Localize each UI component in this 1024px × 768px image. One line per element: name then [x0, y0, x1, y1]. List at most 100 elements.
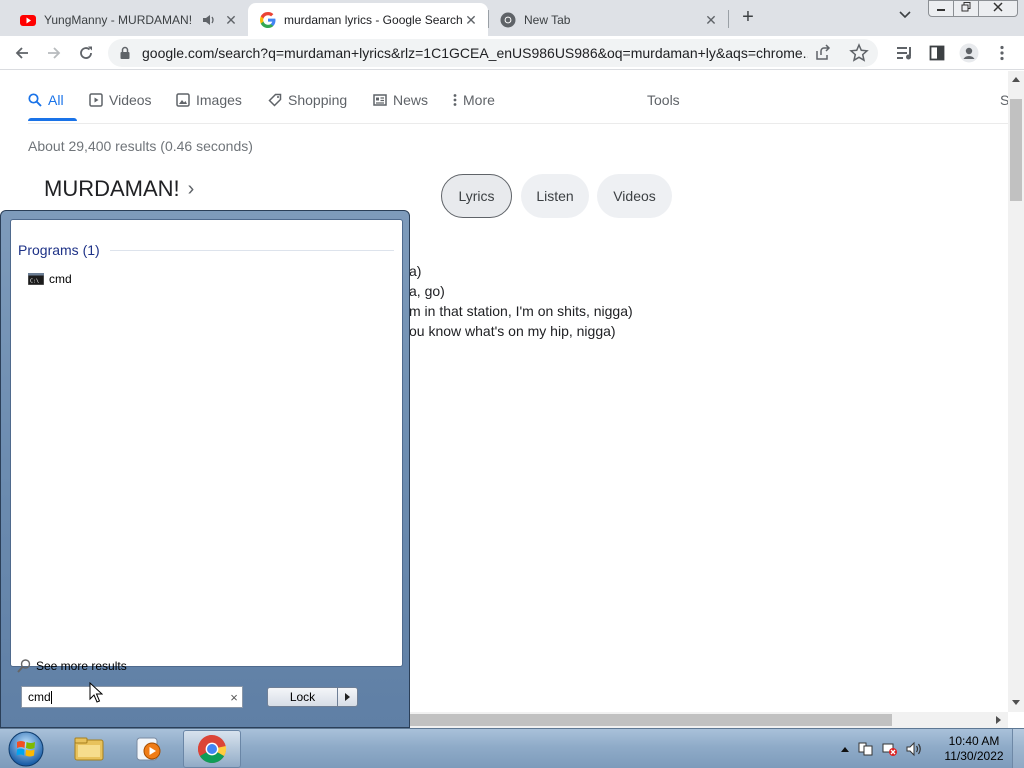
program-label: cmd	[49, 272, 72, 286]
clock-date: 11/30/2022	[944, 749, 1004, 763]
clock-time: 10:40 AM	[948, 734, 1000, 748]
knowledge-panel-title[interactable]: MURDAMAN! ›	[44, 176, 194, 202]
minimize-window-button[interactable]	[928, 0, 954, 17]
command-prompt-icon: C:\	[28, 273, 44, 285]
scrollbar-thumb[interactable]	[410, 714, 892, 726]
active-tab-indicator	[28, 118, 77, 121]
taskbar-explorer-button[interactable]	[60, 730, 118, 768]
lyric-line: a, go)	[409, 283, 445, 299]
address-bar[interactable]: google.com/search?q=murdaman+lyrics&rlz=…	[108, 39, 878, 67]
program-result-cmd[interactable]: C:\ cmd	[28, 268, 388, 290]
close-window-button[interactable]	[978, 0, 1018, 17]
url-text[interactable]: google.com/search?q=murdaman+lyrics&rlz=…	[142, 45, 808, 61]
chip-listen[interactable]: Listen	[521, 174, 589, 218]
close-tab-icon[interactable]: ✕	[702, 11, 720, 29]
magnifier-icon	[17, 659, 31, 673]
chrome-browser-icon	[198, 735, 227, 763]
chrome-menu-icon[interactable]	[990, 41, 1014, 65]
chrome-icon	[500, 12, 516, 27]
browser-tab-strip: YungManny - MURDAMAN! ✕ murdaman lyrics …	[0, 0, 1024, 36]
network-icon[interactable]	[882, 741, 898, 757]
image-icon	[176, 93, 190, 107]
tab-label: Images	[196, 92, 242, 108]
back-icon[interactable]	[10, 41, 34, 65]
mouse-cursor-icon	[89, 682, 103, 703]
start-menu: Programs (1) C:\ cmd See more results cm…	[0, 210, 410, 728]
chevron-right-icon	[345, 693, 350, 701]
tab-tools[interactable]: Tools	[647, 92, 680, 108]
tab-videos[interactable]: Videos	[89, 92, 152, 108]
tab-more[interactable]: More	[453, 92, 495, 108]
windows-start-orb-icon[interactable]	[6, 730, 46, 768]
search-value: cmd	[28, 689, 51, 704]
lock-button[interactable]: Lock	[267, 687, 337, 707]
speaker-icon[interactable]	[202, 13, 216, 27]
tab-label: Videos	[109, 92, 152, 108]
search-field-text[interactable]: cmd	[22, 689, 226, 705]
vertical-scrollbar[interactable]	[1008, 71, 1024, 712]
tab-label: More	[463, 92, 495, 108]
forward-icon[interactable]	[42, 41, 66, 65]
restore-window-button[interactable]	[953, 0, 979, 17]
new-tab-button[interactable]: +	[736, 6, 760, 30]
search-type-tabs: All Videos Images Shopping News More Too…	[28, 71, 1008, 124]
volume-icon[interactable]	[906, 741, 924, 757]
result-stats: About 29,400 results (0.46 seconds)	[28, 138, 253, 154]
scroll-right-arrow-icon[interactable]	[996, 716, 1001, 724]
tab-images[interactable]: Images	[176, 92, 242, 108]
tab-google-search[interactable]: murdaman lyrics - Google Search ✕	[248, 3, 488, 36]
lyric-line: m in that station, I'm on shits, nigga)	[409, 303, 633, 319]
divider	[109, 249, 394, 251]
bookmark-star-icon[interactable]	[848, 42, 870, 64]
chip-lyrics[interactable]: Lyrics	[441, 174, 512, 218]
tab-search-icon[interactable]	[895, 8, 915, 26]
share-icon[interactable]	[812, 42, 834, 64]
close-tab-icon[interactable]: ✕	[462, 11, 480, 29]
tab-new-tab[interactable]: New Tab ✕	[488, 3, 728, 36]
tab-news[interactable]: News	[373, 92, 428, 108]
programs-section-header: Programs (1)	[18, 242, 394, 258]
lock-icon[interactable]	[118, 46, 132, 60]
video-icon	[89, 93, 103, 107]
scrollbar-thumb[interactable]	[1010, 99, 1022, 201]
more-vert-icon	[453, 94, 457, 106]
browser-toolbar: google.com/search?q=murdaman+lyrics&rlz=…	[0, 36, 1024, 70]
media-controls-icon[interactable]	[893, 41, 917, 65]
start-search-input[interactable]: cmd ×	[21, 686, 243, 708]
see-more-label: See more results	[36, 659, 127, 673]
tab-label: S	[1000, 92, 1008, 108]
tab-safesearch-partial[interactable]: S	[1000, 92, 1008, 108]
side-panel-icon[interactable]	[925, 41, 949, 65]
tab-all[interactable]: All	[28, 92, 64, 108]
news-icon	[373, 94, 387, 106]
media-player-icon	[136, 737, 161, 761]
start-menu-results: Programs (1) C:\ cmd See more results	[10, 219, 403, 673]
taskbar-chrome-button[interactable]	[183, 730, 241, 768]
folder-icon	[74, 737, 104, 761]
horizontal-scrollbar[interactable]	[410, 712, 1008, 728]
search-icon	[28, 93, 42, 107]
system-tray	[840, 729, 932, 768]
tab-shopping[interactable]: Shopping	[268, 92, 347, 108]
action-center-icon[interactable]	[858, 741, 874, 757]
taskbar-clock[interactable]: 10:40 AM 11/30/2022	[940, 734, 1008, 764]
tab-youtube[interactable]: YungManny - MURDAMAN! ✕	[8, 3, 248, 36]
tab-separator	[728, 10, 729, 28]
clear-search-icon[interactable]: ×	[226, 690, 242, 705]
scroll-up-arrow-icon[interactable]	[1012, 77, 1020, 82]
reload-icon[interactable]	[74, 41, 98, 65]
section-label: Programs (1)	[18, 242, 100, 258]
windows-taskbar: 10:40 AM 11/30/2022	[0, 728, 1024, 768]
see-more-results-link[interactable]: See more results	[16, 658, 127, 674]
close-tab-icon[interactable]: ✕	[222, 11, 240, 29]
scroll-down-arrow-icon[interactable]	[1012, 700, 1020, 705]
show-desktop-button[interactable]	[1012, 729, 1024, 768]
show-hidden-icons-icon[interactable]	[840, 745, 850, 753]
tab-title: YungManny - MURDAMAN!	[44, 12, 193, 27]
chip-videos[interactable]: Videos	[597, 174, 672, 218]
text-caret	[50, 691, 52, 705]
svg-text:C:\: C:\	[30, 279, 39, 285]
taskbar-media-player-button[interactable]	[120, 730, 178, 768]
shutdown-options-arrow-button[interactable]	[337, 687, 358, 707]
profile-avatar-icon[interactable]	[957, 41, 981, 65]
